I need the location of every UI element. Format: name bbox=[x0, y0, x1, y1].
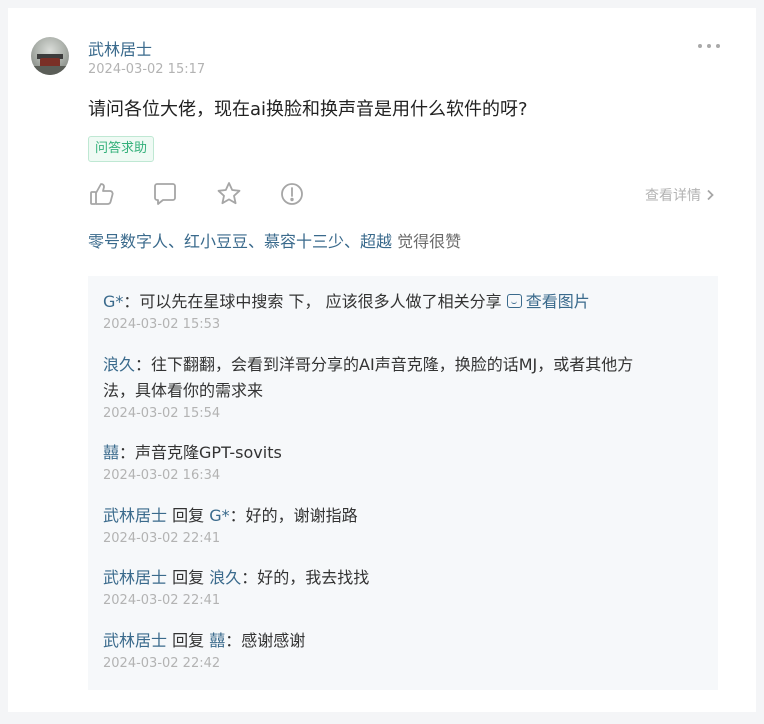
reply-item: 武林居士 回复 囍：感谢感谢 2024-03-02 22:42 bbox=[103, 628, 703, 671]
comment-text: 声音克隆GPT-sovits bbox=[135, 443, 282, 462]
likers-line: 零号数字人、红小豆豆、慕容十三少、超越 觉得很赞 bbox=[88, 228, 461, 252]
comment-icon[interactable] bbox=[151, 180, 179, 208]
reply-target[interactable]: 囍 bbox=[209, 631, 225, 650]
comment-item: 浪久：往下翻翻，会看到洋哥分享的AI声音克隆，换脸的话MJ，或者其他方 法，具体… bbox=[103, 352, 703, 421]
tag-badge[interactable]: 问答求助 bbox=[88, 136, 155, 162]
author-name[interactable]: 武林居士 bbox=[88, 36, 152, 60]
comment-text: 好的，我去找找 bbox=[257, 568, 370, 587]
comment-author[interactable]: 浪久 bbox=[103, 355, 135, 374]
reply-item: 武林居士 回复 浪久：好的，我去找找 2024-03-02 22:41 bbox=[103, 565, 703, 608]
comment-author[interactable]: 武林居士 bbox=[103, 568, 167, 587]
reply-item: 武林居士 回复 G*：好的，谢谢指路 2024-03-02 22:41 bbox=[103, 503, 703, 546]
comment-item: 囍：声音克隆GPT-sovits 2024-03-02 16:34 bbox=[103, 440, 703, 483]
post-text: 请问各位大佬，现在ai换脸和换声音是用什么软件的呀? bbox=[88, 99, 528, 120]
comment-text-continued: 法，具体看你的需求来 bbox=[103, 381, 264, 400]
alert-icon[interactable] bbox=[278, 180, 306, 208]
comment-text: 感谢感谢 bbox=[241, 631, 306, 650]
star-icon[interactable] bbox=[215, 180, 243, 208]
comment-timestamp: 2024-03-02 16:34 bbox=[103, 468, 221, 483]
comment-author[interactable]: G* bbox=[103, 292, 123, 311]
comment-text: 好的，谢谢指路 bbox=[245, 506, 358, 525]
image-icon bbox=[506, 294, 522, 308]
comment-item: G*：可以先在星球中搜索 下， 应该很多人做了相关分享 查看图片 2024-03… bbox=[103, 289, 703, 332]
view-details-link[interactable]: 查看详情 bbox=[645, 185, 715, 205]
more-icon[interactable] bbox=[695, 36, 723, 56]
view-image-link[interactable]: 查看图片 bbox=[506, 292, 590, 311]
comment-timestamp: 2024-03-02 22:41 bbox=[103, 593, 221, 608]
comment-author[interactable]: 武林居士 bbox=[103, 631, 167, 650]
reply-target[interactable]: G* bbox=[209, 506, 229, 525]
comment-text: 往下翻翻，会看到洋哥分享的AI声音克隆，换脸的话MJ，或者其他方 bbox=[151, 355, 634, 374]
comment-timestamp: 2024-03-02 22:41 bbox=[103, 531, 221, 546]
comment-author[interactable]: 囍 bbox=[103, 443, 119, 462]
likers-names[interactable]: 零号数字人、红小豆豆、慕容十三少、超越 bbox=[88, 232, 392, 251]
reply-target[interactable]: 浪久 bbox=[209, 568, 241, 587]
chevron-right-icon bbox=[707, 189, 715, 201]
comment-timestamp: 2024-03-02 15:54 bbox=[103, 406, 221, 421]
comment-timestamp: 2024-03-02 22:42 bbox=[103, 656, 221, 671]
comment-text: 可以先在星球中搜索 下， 应该很多人做了相关分享 bbox=[139, 292, 507, 311]
likers-suffix: 觉得很赞 bbox=[392, 232, 462, 251]
avatar[interactable] bbox=[31, 37, 69, 75]
comment-author[interactable]: 武林居士 bbox=[103, 506, 167, 525]
post-timestamp: 2024-03-02 15:17 bbox=[88, 62, 206, 77]
thumbs-up-icon[interactable] bbox=[88, 180, 116, 208]
comment-timestamp: 2024-03-02 15:53 bbox=[103, 317, 221, 332]
comments-section: G*：可以先在星球中搜索 下， 应该很多人做了相关分享 查看图片 2024-03… bbox=[88, 276, 718, 690]
